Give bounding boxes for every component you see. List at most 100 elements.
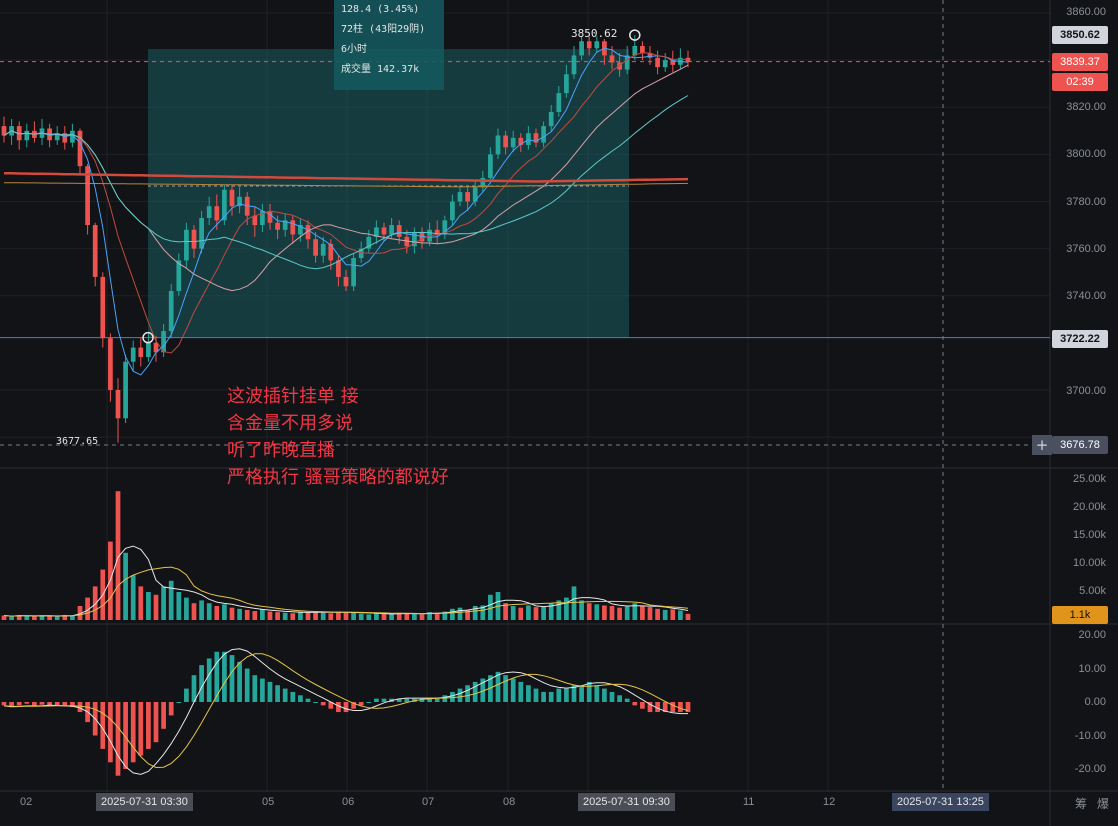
volume-tick: 5.00k: [1079, 585, 1106, 597]
macd-histogram-bar: [465, 685, 470, 702]
candle-body: [115, 390, 121, 419]
macd-histogram-bar: [237, 661, 242, 702]
annotation-line: 听了昨晚直播: [227, 440, 335, 461]
volume-bar: [146, 592, 151, 620]
volume-bar: [298, 611, 303, 620]
macd-histogram-bar: [374, 698, 379, 702]
volume-bar: [358, 613, 364, 620]
macd-histogram-bar: [404, 698, 410, 702]
add-alert-button[interactable]: +: [1032, 435, 1052, 455]
volume-bar: [518, 607, 524, 620]
volume-bar: [123, 552, 128, 620]
candle-body: [594, 41, 600, 49]
candle-body: [450, 201, 455, 221]
macd-histogram-bar: [518, 681, 524, 702]
macd-histogram-bar: [222, 651, 227, 702]
macd-histogram-bar: [252, 675, 258, 702]
volume-last-tag: 1.1k: [1052, 606, 1108, 624]
time-tick: 06: [342, 796, 355, 808]
macd-histogram-bar: [670, 702, 676, 713]
macd-histogram-bar: [457, 688, 463, 702]
candle-body: [389, 225, 394, 235]
volume-bar: [556, 600, 562, 620]
macd-histogram-bar: [358, 702, 364, 706]
macd-tick: -10.00: [1074, 730, 1106, 742]
macd-histogram-bar: [556, 688, 562, 702]
macd-histogram-bar: [434, 698, 440, 702]
candle-body: [320, 243, 326, 256]
candle-body: [77, 130, 83, 167]
volume-bar: [457, 607, 463, 620]
volume-bar: [336, 611, 341, 620]
volume-bar: [450, 608, 455, 620]
macd-histogram-bar: [343, 702, 349, 713]
chart-canvas[interactable]: [0, 0, 1118, 826]
macd-histogram-bar: [260, 678, 265, 702]
candle-body: [343, 276, 349, 287]
volume-bar: [290, 613, 296, 620]
candle-body: [662, 60, 668, 68]
volume-bar: [24, 616, 30, 620]
volume-bar: [237, 608, 242, 620]
volume-bar: [320, 612, 326, 620]
volume-bar: [222, 604, 227, 620]
volume-bar: [47, 616, 52, 620]
volume-bar: [594, 604, 600, 620]
chip-button[interactable]: 筹: [1075, 795, 1087, 812]
volume-bar: [351, 612, 356, 620]
burst-button[interactable]: 爆: [1097, 795, 1109, 812]
candle-body: [564, 74, 569, 94]
volume-bar: [275, 612, 280, 620]
macd-histogram-bar: [214, 651, 220, 702]
macd-histogram-bar: [381, 698, 387, 702]
volume-bar: [510, 606, 516, 620]
volume-bar: [191, 603, 197, 620]
candle-body: [586, 41, 592, 49]
candle-body: [579, 41, 584, 56]
volume-bar: [586, 603, 592, 620]
volume-bar: [184, 597, 189, 620]
volume-bar: [206, 603, 212, 620]
volume-bar: [655, 608, 660, 620]
time-tick: 02: [20, 796, 33, 808]
volume-bar: [199, 600, 204, 620]
volume-bar: [678, 610, 683, 620]
volume-bar: [366, 614, 372, 620]
volume-tick: 20.00k: [1072, 501, 1106, 513]
macd-histogram-bar: [586, 681, 592, 702]
annotation-line: 严格执行 骚哥策略的都说好: [227, 467, 449, 488]
candle-body: [206, 206, 212, 218]
macd-histogram-bar: [130, 702, 136, 763]
annotation-line: 含金量不用多说: [227, 413, 353, 434]
price-tick: 3700.00: [1066, 385, 1106, 397]
measure-range-box: [148, 49, 629, 338]
macd-histogram-bar: [62, 702, 68, 706]
measure-info-box: 128.4 (3.45%) 72柱 (43阳29阴) 6小时 成交量 142.3…: [334, 0, 444, 90]
macd-histogram-bar: [320, 702, 326, 706]
macd-tick: 20.00: [1078, 629, 1106, 641]
macd-histogram-bar: [609, 691, 615, 702]
measure-volume: 成交量 142.37k: [341, 64, 420, 75]
macd-histogram-bar: [244, 668, 250, 702]
candle-body: [510, 137, 516, 148]
volume-bar: [412, 613, 417, 620]
volume-bar: [214, 606, 220, 620]
candle-body: [252, 215, 258, 226]
candle-body: [222, 189, 227, 221]
macd-histogram-bar: [24, 702, 30, 704]
macd-histogram-bar: [138, 702, 144, 756]
macd-histogram-bar: [290, 691, 296, 702]
macd-histogram-bar: [206, 658, 212, 702]
candle-body: [571, 55, 577, 75]
volume-bar: [533, 607, 539, 620]
volume-bar: [229, 607, 235, 620]
time-tick: 11: [743, 796, 755, 808]
annotation-text[interactable]: 这波插针挂单 接 含金量不用多说 听了昨晚直播 严格执行 骚哥策略的都说好: [227, 383, 449, 491]
candle-body: [351, 258, 356, 287]
time-highlight-left: 2025-07-31 03:30: [96, 793, 193, 811]
candle-body: [229, 189, 235, 207]
time-tick: 07: [422, 796, 435, 808]
volume-bar: [640, 606, 645, 620]
candle-body: [108, 338, 113, 390]
volume-bar: [579, 600, 584, 620]
